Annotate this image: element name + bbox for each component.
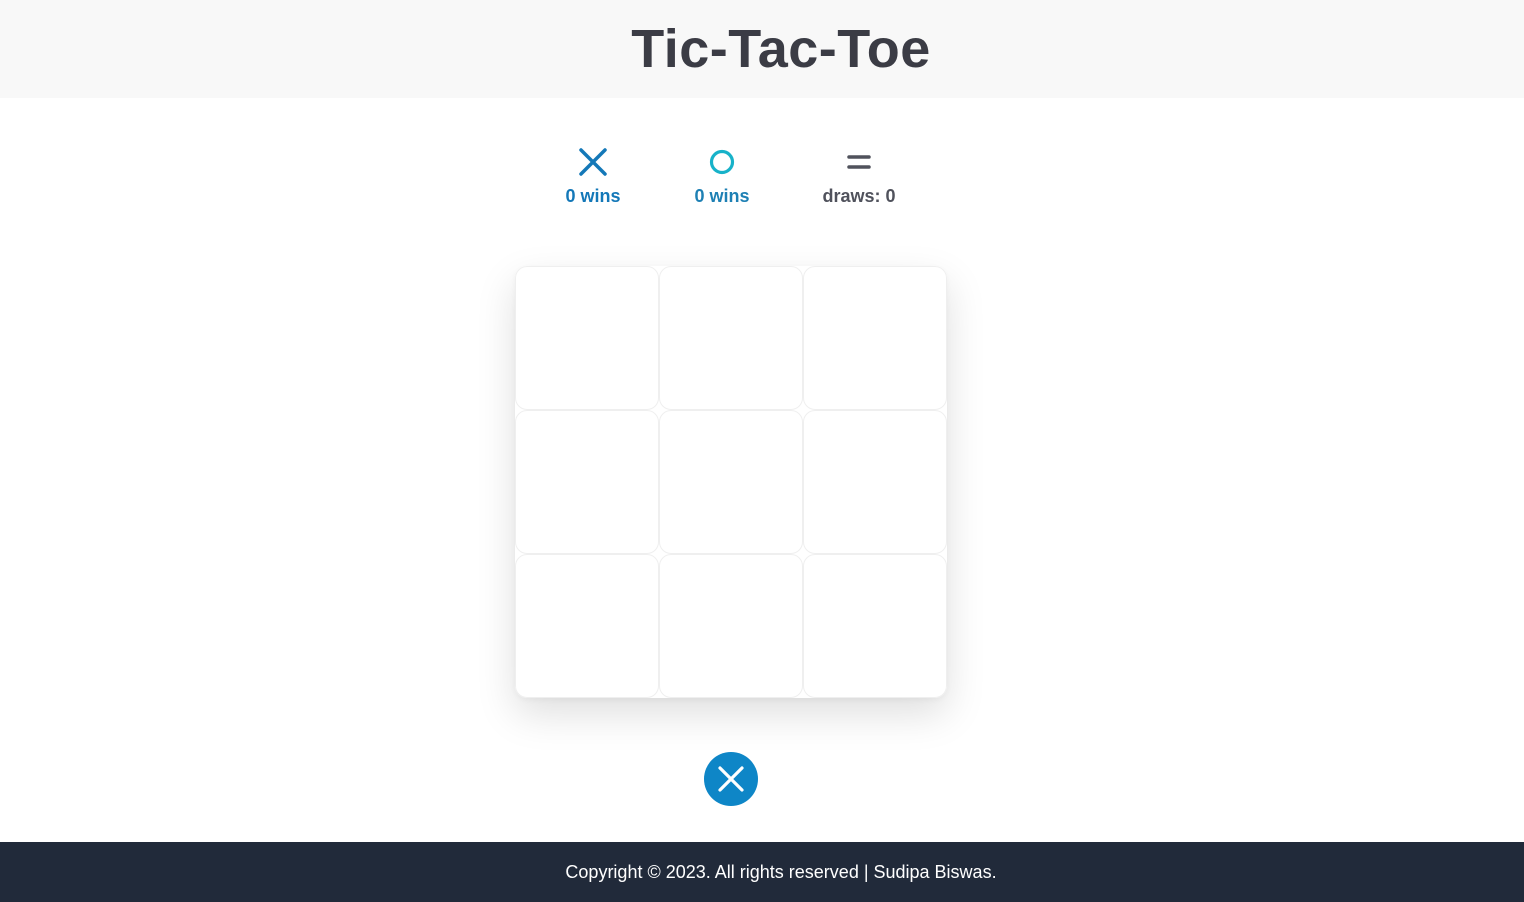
score-x: 0 wins bbox=[533, 142, 653, 207]
equals-icon bbox=[847, 155, 871, 169]
score-o: 0 wins bbox=[662, 142, 782, 207]
score-x-label: 0 wins bbox=[565, 186, 621, 206]
copyright-text: Copyright © 2023. All rights reserved | … bbox=[565, 861, 997, 882]
board-cell-1[interactable] bbox=[515, 266, 659, 410]
o-mark-icon bbox=[709, 149, 735, 175]
board-cell-7[interactable] bbox=[515, 554, 659, 698]
scoreboard: 0 wins 0 wins draws: 0 bbox=[0, 142, 1524, 222]
current-turn-indicator bbox=[704, 752, 758, 806]
page: Tic-Tac-Toe 0 wins 0 wins draws: 0 Copyr… bbox=[0, 0, 1524, 902]
score-draws-label: draws: 0 bbox=[822, 186, 896, 206]
board-cell-5[interactable] bbox=[659, 410, 803, 554]
board-cell-9[interactable] bbox=[803, 554, 947, 698]
page-title: Tic-Tac-Toe bbox=[631, 19, 931, 79]
board-cell-2[interactable] bbox=[659, 266, 803, 410]
footer: Copyright © 2023. All rights reserved | … bbox=[0, 842, 1524, 902]
score-o-label: 0 wins bbox=[694, 186, 750, 206]
board-cell-8[interactable] bbox=[659, 554, 803, 698]
score-draws: draws: 0 bbox=[799, 142, 919, 207]
board-cell-3[interactable] bbox=[803, 266, 947, 410]
board-cell-6[interactable] bbox=[803, 410, 947, 554]
x-mark-icon bbox=[718, 766, 744, 792]
game-board bbox=[515, 266, 947, 698]
header: Tic-Tac-Toe bbox=[0, 0, 1524, 98]
x-mark-icon bbox=[579, 148, 607, 176]
board-cell-4[interactable] bbox=[515, 410, 659, 554]
